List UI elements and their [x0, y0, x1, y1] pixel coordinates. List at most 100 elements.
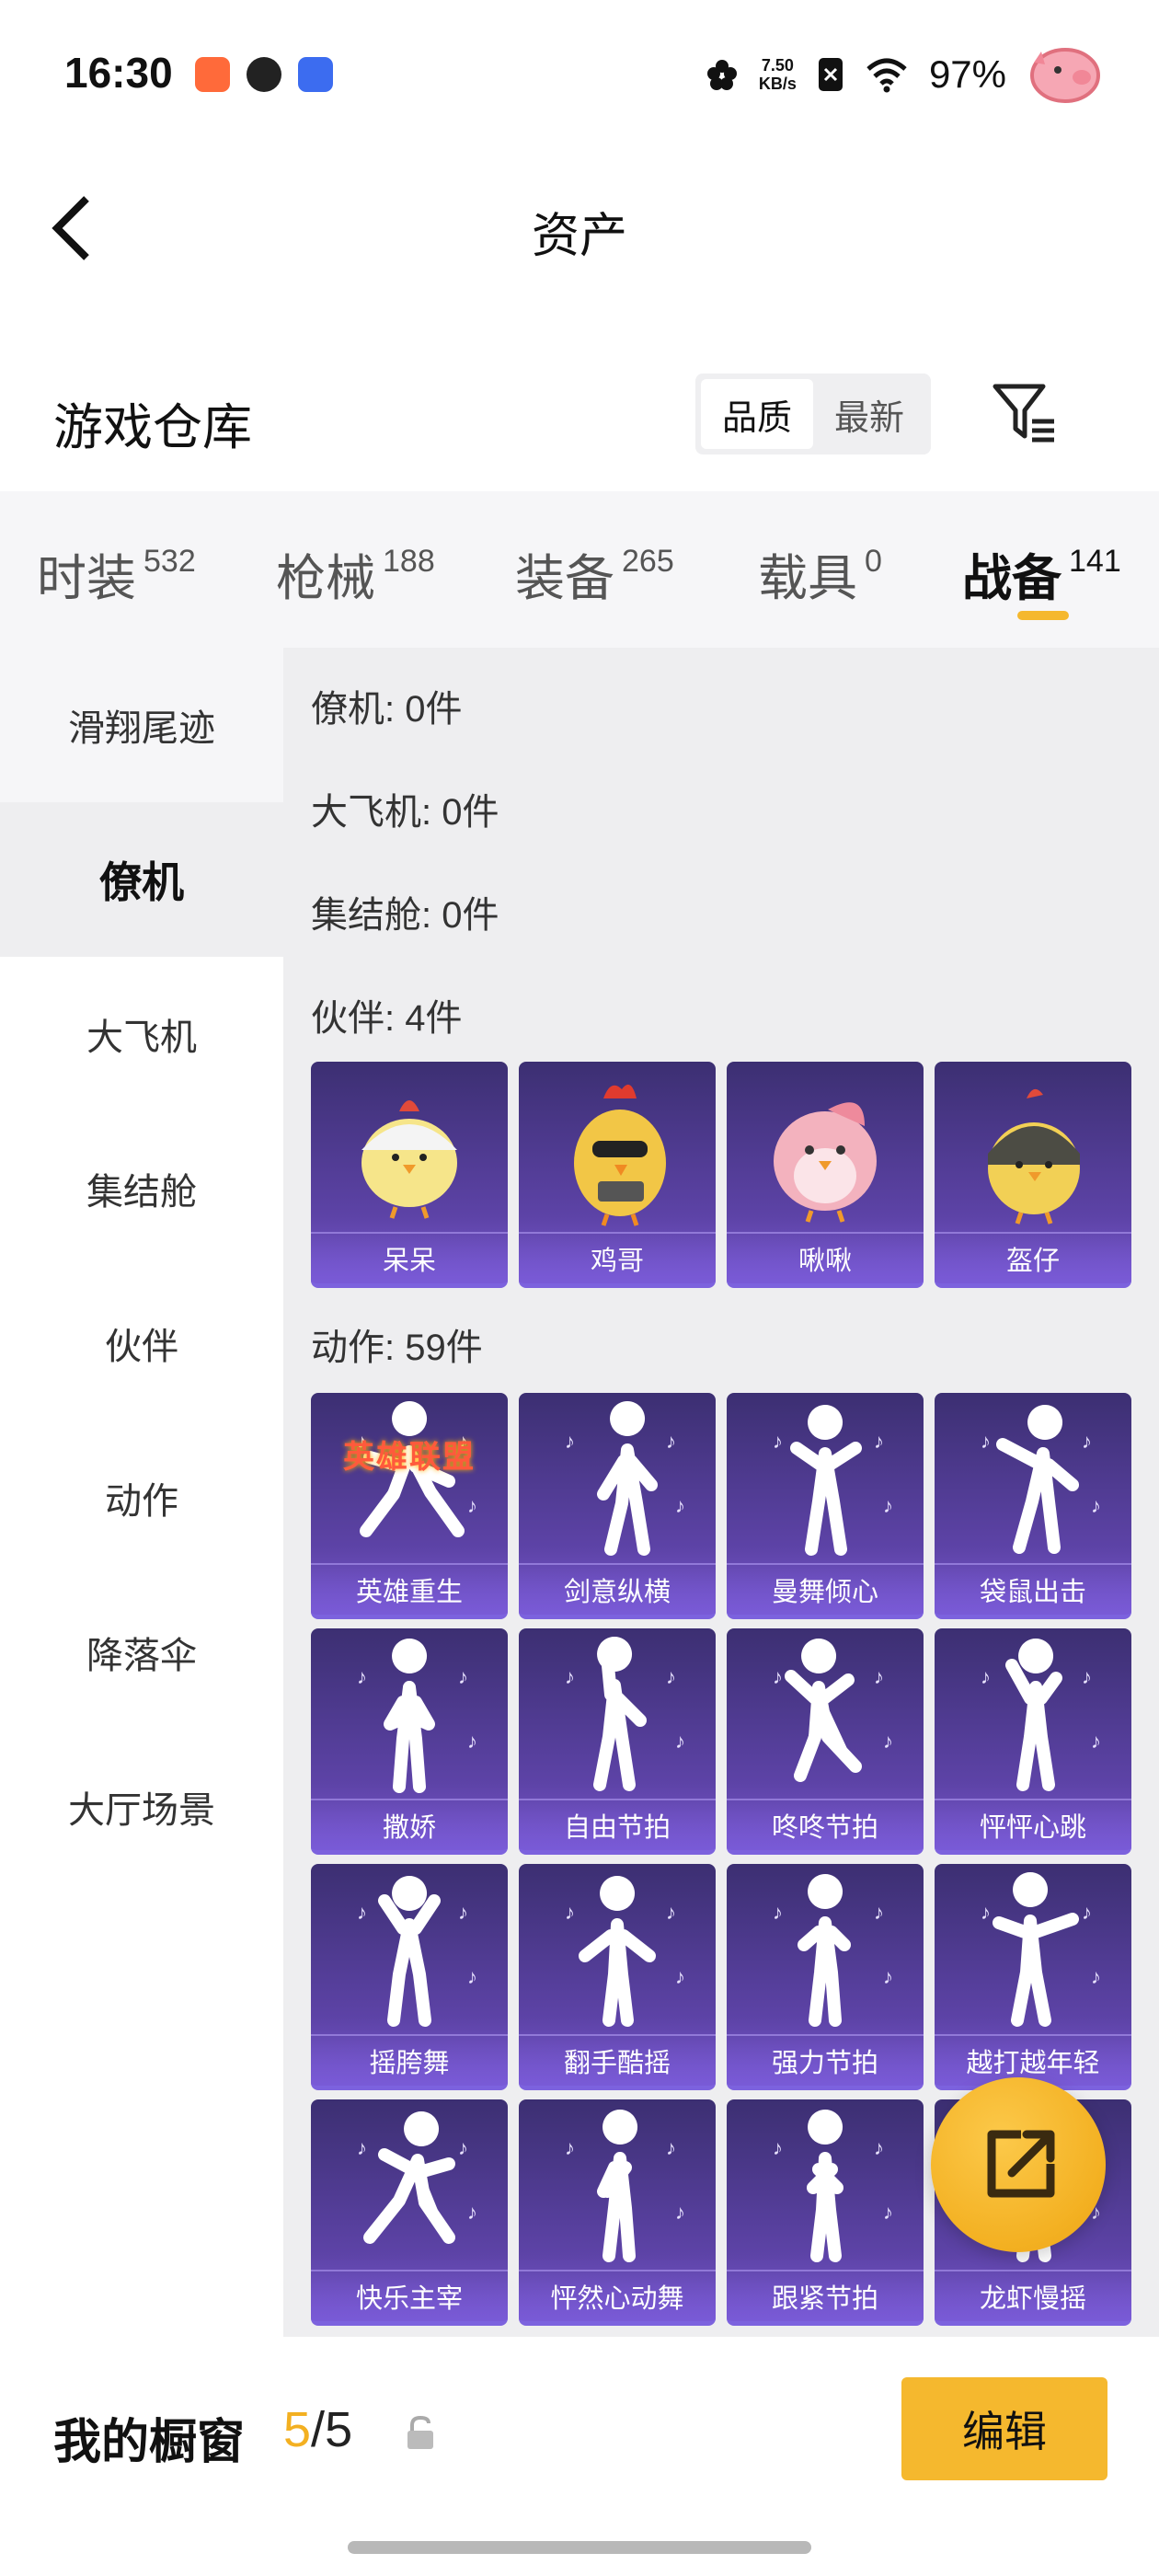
- rooster-sunglasses-art: [574, 1084, 666, 1226]
- action-name: 袋鼠出击: [935, 1565, 1131, 1615]
- action-card[interactable]: ♪ ♪ ♪ 跟紧节拍: [727, 2099, 924, 2326]
- tab-fashion[interactable]: 时装 532: [37, 537, 196, 610]
- sidebar-item-parachute[interactable]: 降落伞: [0, 1575, 283, 1730]
- music-note-icon: ♪: [666, 1430, 676, 1453]
- music-note-icon: ♪: [981, 1901, 991, 1924]
- section-wingman-count: 僚机: 0件: [311, 689, 463, 730]
- action-name: 怦然心动舞: [519, 2271, 716, 2321]
- tab-guns[interactable]: 枪械 188: [276, 537, 435, 610]
- action-name: 龙虾慢摇: [935, 2271, 1131, 2321]
- action-banner-text: 英雄联盟: [343, 1440, 476, 1475]
- net-speed-unit: KB/s: [758, 75, 797, 93]
- sidebar-item-glide-trail[interactable]: 滑翔尾迹: [0, 648, 283, 802]
- dancer-silhouette-art: ♪♪♪: [981, 1639, 1101, 1791]
- dancer-silhouette-art: ♪♪♪: [565, 2110, 685, 2262]
- edit-button[interactable]: 编辑: [901, 2377, 1107, 2480]
- partner-card[interactable]: 啾啾: [727, 1062, 924, 1288]
- music-note-icon: ♪: [467, 2201, 477, 2224]
- section-pod-count: 集结舱: 0件: [311, 895, 499, 936]
- action-card[interactable]: ♪ ♪ ♪ 怦怦心跳: [935, 1628, 1131, 1855]
- action-card[interactable]: ♪ ♪ ♪ 自由节拍: [519, 1628, 716, 1855]
- music-note-icon: ♪: [874, 1901, 884, 1924]
- tab-label: 载具: [758, 551, 857, 606]
- partner-card[interactable]: 鸡哥: [519, 1062, 716, 1288]
- sidebar: 滑翔尾迹 僚机 大飞机 集结舱 伙伴 动作 降落伞 大厅场景: [0, 648, 283, 2337]
- music-note-icon: ♪: [666, 1901, 676, 1924]
- sidebar-item-assembly-pod[interactable]: 集结舱: [0, 1111, 283, 1266]
- music-note-icon: ♪: [565, 1901, 575, 1924]
- action-card[interactable]: ♪ ♪ ♪ 翻手酷摇: [519, 1864, 716, 2090]
- partner-card[interactable]: 呆呆: [311, 1062, 508, 1288]
- home-indicator[interactable]: [348, 2541, 811, 2554]
- music-note-icon: ♪: [981, 1665, 991, 1688]
- tab-count: 188: [383, 544, 435, 579]
- music-note-icon: ♪: [675, 2201, 685, 2224]
- tab-count: 0: [865, 544, 882, 579]
- action-name: 自由节拍: [519, 1800, 716, 1850]
- action-card[interactable]: ♪ ♪ ♪ 剑意纵横: [519, 1393, 716, 1619]
- partner-name: 鸡哥: [519, 1234, 716, 1283]
- partner-name: 呆呆: [311, 1234, 508, 1283]
- music-note-icon: ♪: [773, 1430, 783, 1453]
- music-note-icon: ♪: [1082, 1665, 1092, 1688]
- music-note-icon: ♪: [357, 1901, 367, 1924]
- partner-card[interactable]: 盔仔: [935, 1062, 1131, 1288]
- filter-icon[interactable]: [990, 379, 1058, 447]
- sort-quality-button[interactable]: 品质: [701, 379, 813, 449]
- music-note-icon: ♪: [1082, 1430, 1092, 1453]
- category-tabs: 时装 532 枪械 188 装备 265 载具 0 战备 141: [0, 491, 1159, 648]
- tab-vehicles[interactable]: 载具 0: [758, 537, 882, 610]
- dancer-silhouette-art: ♪♪♪: [981, 1872, 1101, 2027]
- action-name: 怦怦心跳: [935, 1800, 1131, 1850]
- share-fab[interactable]: [931, 2077, 1106, 2252]
- action-name: 翻手酷摇: [519, 2036, 716, 2086]
- music-note-icon: ♪: [675, 1730, 685, 1753]
- sidebar-item-action[interactable]: 动作: [0, 1420, 283, 1575]
- showcase-label: 我的橱窗: [53, 2416, 246, 2469]
- action-name: 英雄重生: [311, 1565, 508, 1615]
- tab-label: 枪械: [276, 551, 375, 606]
- dancer-silhouette-art: ♪♪♪: [565, 1876, 685, 2027]
- kuaishou-app-icon: [195, 57, 230, 92]
- action-card[interactable]: ♪ ♪ ♪ 撒娇: [311, 1628, 508, 1855]
- browser-app-icon: [247, 57, 281, 92]
- music-note-icon: ♪: [565, 1430, 575, 1453]
- action-card[interactable]: ♪ ♪ ♪ 快乐主宰: [311, 2099, 508, 2326]
- repo-row: 游戏仓库 品质 最新: [0, 368, 1159, 469]
- showcase-current: 5: [283, 2402, 312, 2457]
- dancer-silhouette-art: ♪ ♪ ♪: [357, 2111, 477, 2244]
- section-partner-count: 伙伴: 4件: [311, 998, 463, 1039]
- net-speed-value: 7.50: [761, 56, 794, 75]
- action-card[interactable]: ♪ ♪ ♪ 强力节拍: [727, 1864, 924, 2090]
- sort-latest-button[interactable]: 最新: [813, 379, 925, 449]
- action-card[interactable]: ♪ ♪ ♪ 怦然心动舞: [519, 2099, 716, 2326]
- action-card[interactable]: ♪ ♪ ♪ 咚咚节拍: [727, 1628, 924, 1855]
- music-note-icon: ♪: [883, 1494, 893, 1517]
- sidebar-item-big-plane[interactable]: 大飞机: [0, 957, 283, 1111]
- action-card[interactable]: ♪ ♪ ♪ 英雄联盟英雄重生: [311, 1393, 508, 1619]
- tab-equipment[interactable]: 装备 265: [515, 537, 674, 610]
- music-note-icon: ♪: [357, 2136, 367, 2159]
- music-note-icon: ♪: [458, 1665, 468, 1688]
- music-note-icon: ♪: [883, 1965, 893, 1988]
- page-header: 资产: [0, 175, 1159, 276]
- action-name: 曼舞倾心: [727, 1565, 924, 1615]
- sidebar-item-wingman[interactable]: 僚机: [0, 802, 283, 957]
- action-name: 快乐主宰: [311, 2271, 508, 2321]
- tab-count: 532: [143, 544, 196, 579]
- action-card[interactable]: ♪ ♪ ♪ 袋鼠出击: [935, 1393, 1131, 1619]
- share-out-icon: [987, 2130, 1055, 2198]
- music-note-icon: ♪: [874, 2136, 884, 2159]
- tab-combat-gear[interactable]: 战备 141: [962, 537, 1121, 610]
- sidebar-item-partner[interactable]: 伙伴: [0, 1266, 283, 1420]
- dancer-silhouette-art: ♪♪♪: [357, 1401, 477, 1537]
- action-card[interactable]: ♪ ♪ ♪ 曼舞倾心: [727, 1393, 924, 1619]
- tab-count: 265: [622, 544, 674, 579]
- action-name: 强力节拍: [727, 2036, 924, 2086]
- action-card[interactable]: ♪ ♪ ♪ 摇胯舞: [311, 1864, 508, 2090]
- music-note-icon: ♪: [773, 1665, 783, 1688]
- music-note-icon: ♪: [458, 2136, 468, 2159]
- action-card[interactable]: ♪ ♪ ♪ 越打越年轻: [935, 1864, 1131, 2090]
- sidebar-item-lobby-scene[interactable]: 大厅场景: [0, 1730, 283, 1884]
- pink-bird-art: [774, 1102, 877, 1223]
